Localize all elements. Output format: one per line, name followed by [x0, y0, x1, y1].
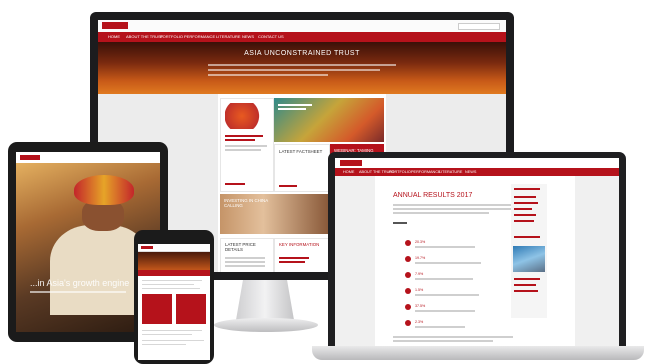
stat-value: 1.5% — [415, 288, 424, 292]
tablet-header — [16, 152, 160, 163]
monitor-stand — [236, 280, 294, 320]
nav-item[interactable]: PORTFOLIO — [160, 34, 183, 39]
tablet-headline: ...in Asia's growth engine — [30, 278, 130, 288]
nav-item[interactable]: NEWS — [465, 170, 476, 174]
stat-value: 7.9% — [415, 272, 424, 276]
phone-tile[interactable] — [176, 294, 206, 324]
stat-value: 20.3% — [415, 240, 426, 244]
hero-title: ASIA UNCONSTRAINED TRUST — [244, 50, 360, 57]
nav-item[interactable]: HOME — [108, 34, 120, 39]
price-tile[interactable]: LATEST PRICE DETAILS — [220, 238, 274, 272]
turban — [74, 175, 134, 205]
phone-header — [138, 244, 210, 252]
laptop-nav: HOME ABOUT THE TRUST PORTFOLIO PERFORMAN… — [335, 168, 619, 176]
tablet-subtext — [30, 291, 126, 293]
investing-china-label: INVESTING IN CHINA CALLING — [224, 198, 268, 208]
nav-item[interactable]: LITERATURE — [216, 34, 241, 39]
sidebar-image[interactable] — [513, 246, 545, 272]
nav-item[interactable]: ABOUT THE TRUST — [126, 34, 163, 39]
hero-banner: ASIA UNCONSTRAINED TRUST — [98, 42, 506, 94]
factsheet-label: LATEST FACTSHEET — [279, 149, 323, 154]
site-logo[interactable] — [141, 246, 153, 249]
site-logo[interactable] — [102, 22, 128, 29]
search-input[interactable] — [458, 23, 500, 30]
china-growth-tile[interactable] — [274, 98, 384, 142]
maple-leaf-icon — [225, 103, 267, 129]
stat-value: 2.3% — [415, 320, 424, 324]
stat-value: 19.7% — [415, 256, 426, 260]
nav-item[interactable]: NEWS — [242, 34, 254, 39]
hero-text — [208, 64, 396, 66]
hero-text — [208, 74, 328, 76]
key-info-tile[interactable]: KEY INFORMATION — [274, 238, 330, 272]
investing-china-tile[interactable]: INVESTING IN CHINA CALLING — [220, 194, 328, 234]
phone-nav[interactable] — [138, 270, 210, 276]
nav-item[interactable]: PORTFOLIO — [389, 170, 411, 174]
nav-item[interactable]: LITERATURE — [439, 170, 462, 174]
phone-hero — [138, 252, 210, 270]
site-logo[interactable] — [20, 155, 40, 160]
phone-tile[interactable] — [142, 294, 172, 324]
maple-tile[interactable] — [220, 98, 274, 192]
nav-item[interactable]: PERFORMANCE — [411, 170, 441, 174]
stat-value: 37.5% — [415, 304, 426, 308]
phone-screen — [138, 244, 210, 360]
nav-item[interactable]: HOME — [343, 170, 354, 174]
key-info-label: KEY INFORMATION — [279, 242, 320, 247]
site-logo[interactable] — [340, 160, 362, 166]
monitor-base — [214, 318, 318, 332]
laptop-screen: HOME ABOUT THE TRUST PORTFOLIO PERFORMAN… — [335, 158, 619, 346]
laptop-keyboard-base — [312, 346, 644, 360]
laptop-sidebar — [511, 184, 547, 318]
hero-text — [208, 69, 380, 71]
main-nav: HOME ABOUT THE TRUST PORTFOLIO PERFORMAN… — [98, 32, 506, 42]
page-title: ANNUAL RESULTS 2017 — [393, 192, 473, 199]
nav-item[interactable]: PERFORMANCE — [184, 34, 215, 39]
factsheet-tile[interactable]: LATEST FACTSHEET — [274, 144, 330, 192]
nav-item[interactable]: CONTACT US — [258, 34, 284, 39]
price-label: LATEST PRICE DETAILS — [225, 242, 256, 252]
